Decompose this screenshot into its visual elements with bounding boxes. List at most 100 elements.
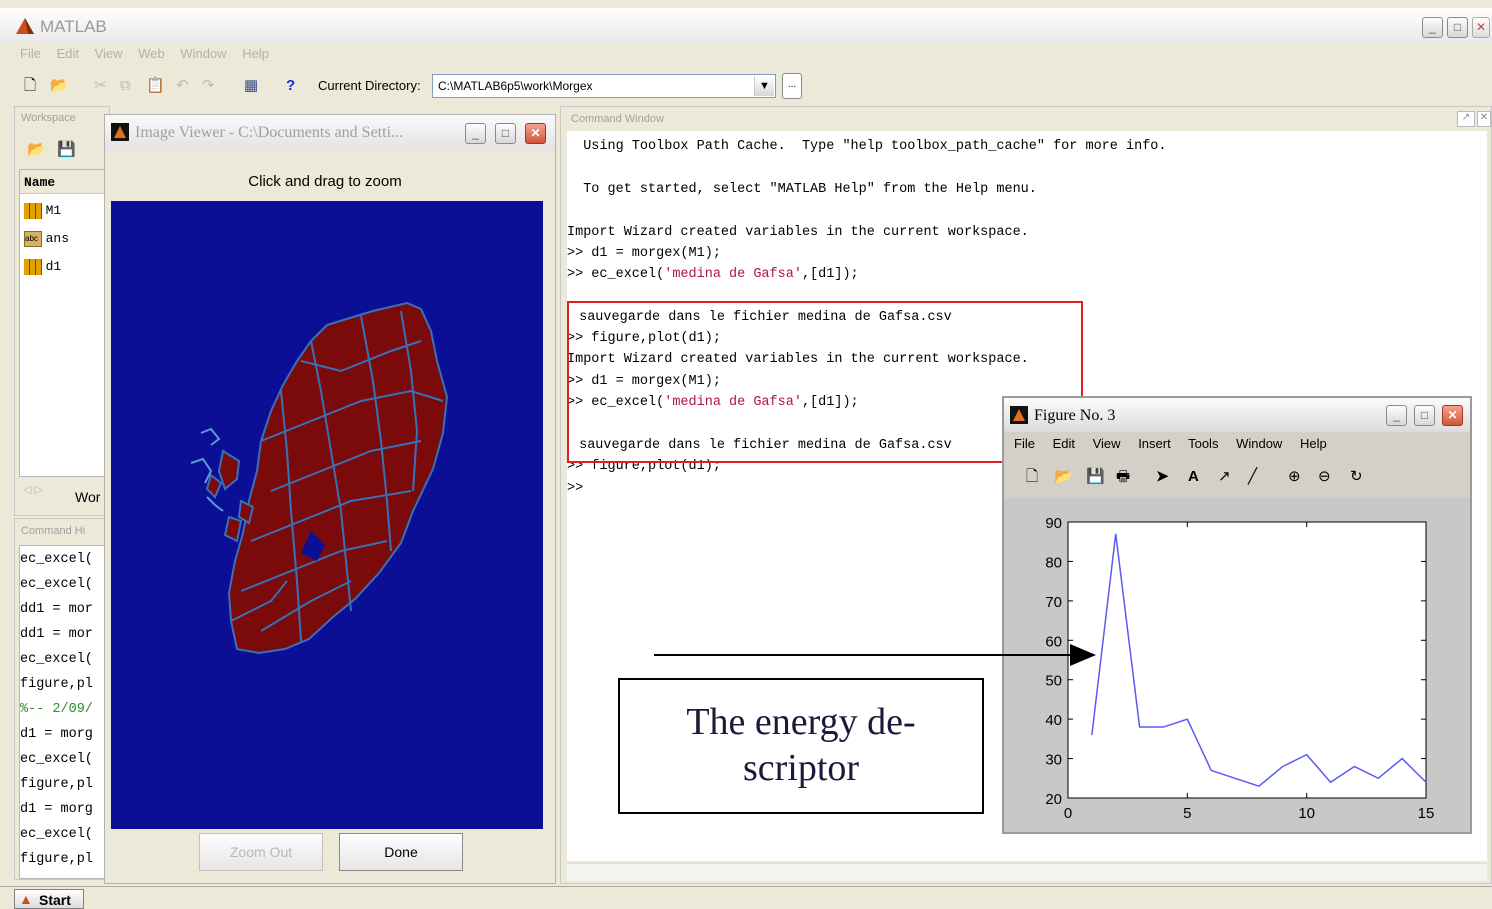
command-window-title: Command Window — [571, 113, 664, 125]
cw-line: To get started, select "MATLAB Help" fro… — [567, 182, 1037, 197]
annotation-text-line2: scriptor — [742, 747, 860, 789]
chevron-down-icon[interactable]: ▼ — [754, 76, 774, 96]
save-icon[interactable]: 💾 — [1086, 468, 1105, 486]
y-tick-label: 40 — [1045, 712, 1062, 729]
y-tick-label: 30 — [1045, 752, 1062, 769]
figure-menu-insert[interactable]: Insert — [1138, 436, 1171, 451]
select-arrow-icon[interactable]: ➤ — [1156, 468, 1169, 486]
image-viewer-maximize-button[interactable]: □ — [495, 123, 516, 144]
help-icon[interactable]: ? — [286, 77, 295, 95]
insert-text-icon[interactable]: A — [1188, 468, 1199, 486]
open-folder-icon[interactable]: 📂 — [1054, 468, 1073, 486]
cw-prompt: >> — [567, 481, 584, 496]
history-item[interactable]: figure,pl — [20, 677, 93, 692]
start-label: Start — [39, 892, 71, 908]
zoom-out-icon[interactable]: ⊖ — [1318, 468, 1331, 486]
insert-line-icon[interactable]: ╱ — [1248, 468, 1257, 486]
x-tick-label: 0 — [1064, 805, 1072, 822]
zoom-out-button[interactable]: Zoom Out — [199, 833, 323, 871]
command-history-list: ec_excel( ec_excel( dd1 = mor dd1 = mor … — [19, 545, 111, 879]
image-canvas[interactable] — [111, 201, 543, 829]
workspace-item[interactable]: M1 — [24, 202, 61, 219]
figure-close-button[interactable]: ✕ — [1442, 405, 1463, 426]
zoom-hint: Click and drag to zoom — [248, 173, 402, 190]
undo-icon[interactable]: ↶ — [176, 77, 189, 95]
scroll-arrows-icon[interactable]: ◁ ▷ — [23, 483, 43, 496]
insert-arrow-icon[interactable]: ↗ — [1218, 468, 1231, 486]
cw-line: >> ec_excel('medina de Gafsa',[d1]); — [567, 267, 859, 282]
panel-close-icon[interactable]: ✕ — [1477, 111, 1491, 127]
maximize-button[interactable]: □ — [1447, 17, 1468, 38]
figure-menu-file[interactable]: File — [1014, 436, 1035, 451]
history-item[interactable]: d1 = morg — [20, 727, 93, 742]
matlab-figure-icon — [1010, 406, 1028, 424]
figure-menu-view[interactable]: View — [1093, 436, 1121, 451]
history-item[interactable]: dd1 = mor — [20, 602, 93, 617]
current-directory-input[interactable]: C:\MATLAB6p5\work\Morgex ▼ — [432, 74, 776, 98]
rotate-3d-icon[interactable]: ↻ — [1350, 468, 1363, 486]
image-viewer-window: Image Viewer - C:\Documents and Setti...… — [104, 114, 556, 884]
new-figure-icon[interactable]: 🗋 — [1026, 468, 1038, 486]
copy-icon[interactable]: ⧉ — [120, 77, 131, 95]
print-icon[interactable]: 🖶 — [1116, 468, 1130, 486]
open-folder-icon[interactable]: 📂 — [50, 77, 69, 95]
menu-view[interactable]: View — [95, 46, 123, 61]
x-tick-label: 10 — [1298, 805, 1315, 822]
horizontal-scrollbar[interactable] — [567, 863, 1487, 881]
workspace-save-icon[interactable]: 💾 — [57, 141, 76, 159]
zoom-in-icon[interactable]: ⊕ — [1288, 468, 1301, 486]
image-viewer-minimize-button[interactable]: _ — [465, 123, 486, 144]
workspace-title: Workspace — [21, 112, 76, 124]
browse-directory-button[interactable]: ... — [782, 73, 802, 99]
workspace-tab[interactable]: Wor — [75, 489, 100, 505]
history-item[interactable]: ec_excel( — [20, 827, 93, 842]
matlab-title-bar: MATLAB _ □ ✕ — [0, 8, 1492, 44]
history-item[interactable]: ec_excel( — [20, 577, 93, 592]
redo-icon[interactable]: ↷ — [202, 77, 215, 95]
menu-file[interactable]: File — [20, 46, 41, 61]
history-item[interactable]: d1 = morg — [20, 802, 93, 817]
menu-web[interactable]: Web — [138, 46, 165, 61]
menu-bar: File Edit View Web Window Help — [20, 46, 269, 64]
history-item[interactable]: ec_excel( — [20, 552, 93, 567]
history-session-marker: %-- 2/09/ — [20, 702, 93, 717]
workspace-item[interactable]: abc ans — [24, 230, 69, 247]
close-button[interactable]: ✕ — [1472, 17, 1490, 38]
figure-menu-tools[interactable]: Tools — [1188, 436, 1218, 451]
undock-icon[interactable]: ↗ — [1457, 111, 1475, 127]
history-item[interactable]: ec_excel( — [20, 752, 93, 767]
text-variable-icon: abc — [24, 230, 42, 247]
history-item[interactable]: ec_excel( — [20, 652, 93, 667]
history-item[interactable]: figure,pl — [20, 777, 93, 792]
annotation-text-line1: The energy de- — [686, 701, 916, 743]
figure-menu-help[interactable]: Help — [1300, 436, 1327, 451]
minimize-button[interactable]: _ — [1422, 17, 1443, 38]
new-file-icon[interactable]: 🗋 — [24, 77, 36, 95]
app-title: MATLAB — [40, 17, 107, 36]
history-item[interactable]: figure,pl — [20, 852, 93, 867]
y-tick-label: 20 — [1045, 791, 1062, 808]
cw-line: Using Toolbox Path Cache. Type "help too… — [567, 139, 1167, 154]
main-toolbar: 🗋 📂 ✂ ⧉ 📋 ↶ ↷ ▦ ? Current Directory: C:\… — [0, 70, 1492, 104]
figure-menu-window[interactable]: Window — [1236, 436, 1282, 451]
done-button[interactable]: Done — [339, 833, 463, 871]
image-viewer-close-button[interactable]: ✕ — [525, 123, 546, 144]
menu-edit[interactable]: Edit — [57, 46, 79, 61]
figure-minimize-button[interactable]: _ — [1386, 405, 1407, 426]
figure-menu-edit[interactable]: Edit — [1053, 436, 1075, 451]
figure-maximize-button[interactable]: □ — [1414, 405, 1435, 426]
workspace-name-header[interactable]: Name — [20, 170, 112, 194]
menu-help[interactable]: Help — [242, 46, 269, 61]
command-history-panel: Command Hi ec_excel( ec_excel( dd1 = mor… — [14, 518, 111, 880]
matrix-icon — [24, 202, 42, 219]
image-viewer-title: Image Viewer - C:\Documents and Setti... — [135, 124, 404, 141]
cut-icon[interactable]: ✂ — [94, 77, 107, 95]
paste-icon[interactable]: 📋 — [146, 77, 165, 95]
start-button[interactable]: ▲ Start — [14, 889, 84, 909]
figure-title-bar: Figure No. 3 _ □ ✕ — [1004, 398, 1470, 432]
history-item[interactable]: dd1 = mor — [20, 627, 93, 642]
menu-window[interactable]: Window — [180, 46, 226, 61]
workspace-open-icon[interactable]: 📂 — [27, 141, 46, 159]
workspace-item[interactable]: d1 — [24, 258, 61, 275]
simulink-icon[interactable]: ▦ — [244, 77, 258, 95]
